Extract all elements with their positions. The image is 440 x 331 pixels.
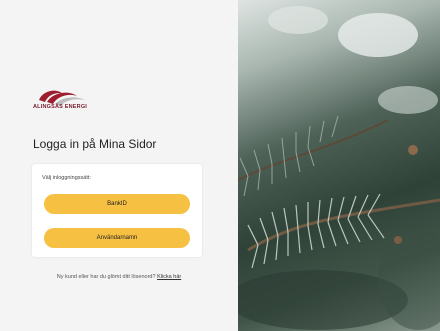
help-text: Ny kund eller har du glömt ditt lösenord… — [36, 272, 202, 282]
page-title: Logga in på Mina Sidor — [33, 137, 157, 151]
bankid-button[interactable]: BankID — [44, 194, 190, 214]
login-page: ALINGSÅS ENERGI Logga in på Mina Sidor V… — [0, 0, 440, 331]
logo-text: ALINGSÅS ENERGI — [33, 104, 88, 110]
login-panel: ALINGSÅS ENERGI Logga in på Mina Sidor V… — [0, 0, 238, 331]
choose-method-label: Välj inloggningssätt: — [42, 175, 91, 181]
pine-branch-illustration — [238, 6, 440, 330]
help-link[interactable]: Klicka här — [157, 274, 181, 280]
login-card: Välj inloggningssätt: BankID Användarnam… — [32, 164, 202, 257]
alingsas-energi-logo-icon — [39, 90, 85, 106]
pine-branch-image — [238, 0, 440, 331]
help-question: Ny kund eller har du glömt ditt lösenord… — [56, 274, 156, 280]
username-button[interactable]: Användarnamn — [44, 228, 190, 248]
